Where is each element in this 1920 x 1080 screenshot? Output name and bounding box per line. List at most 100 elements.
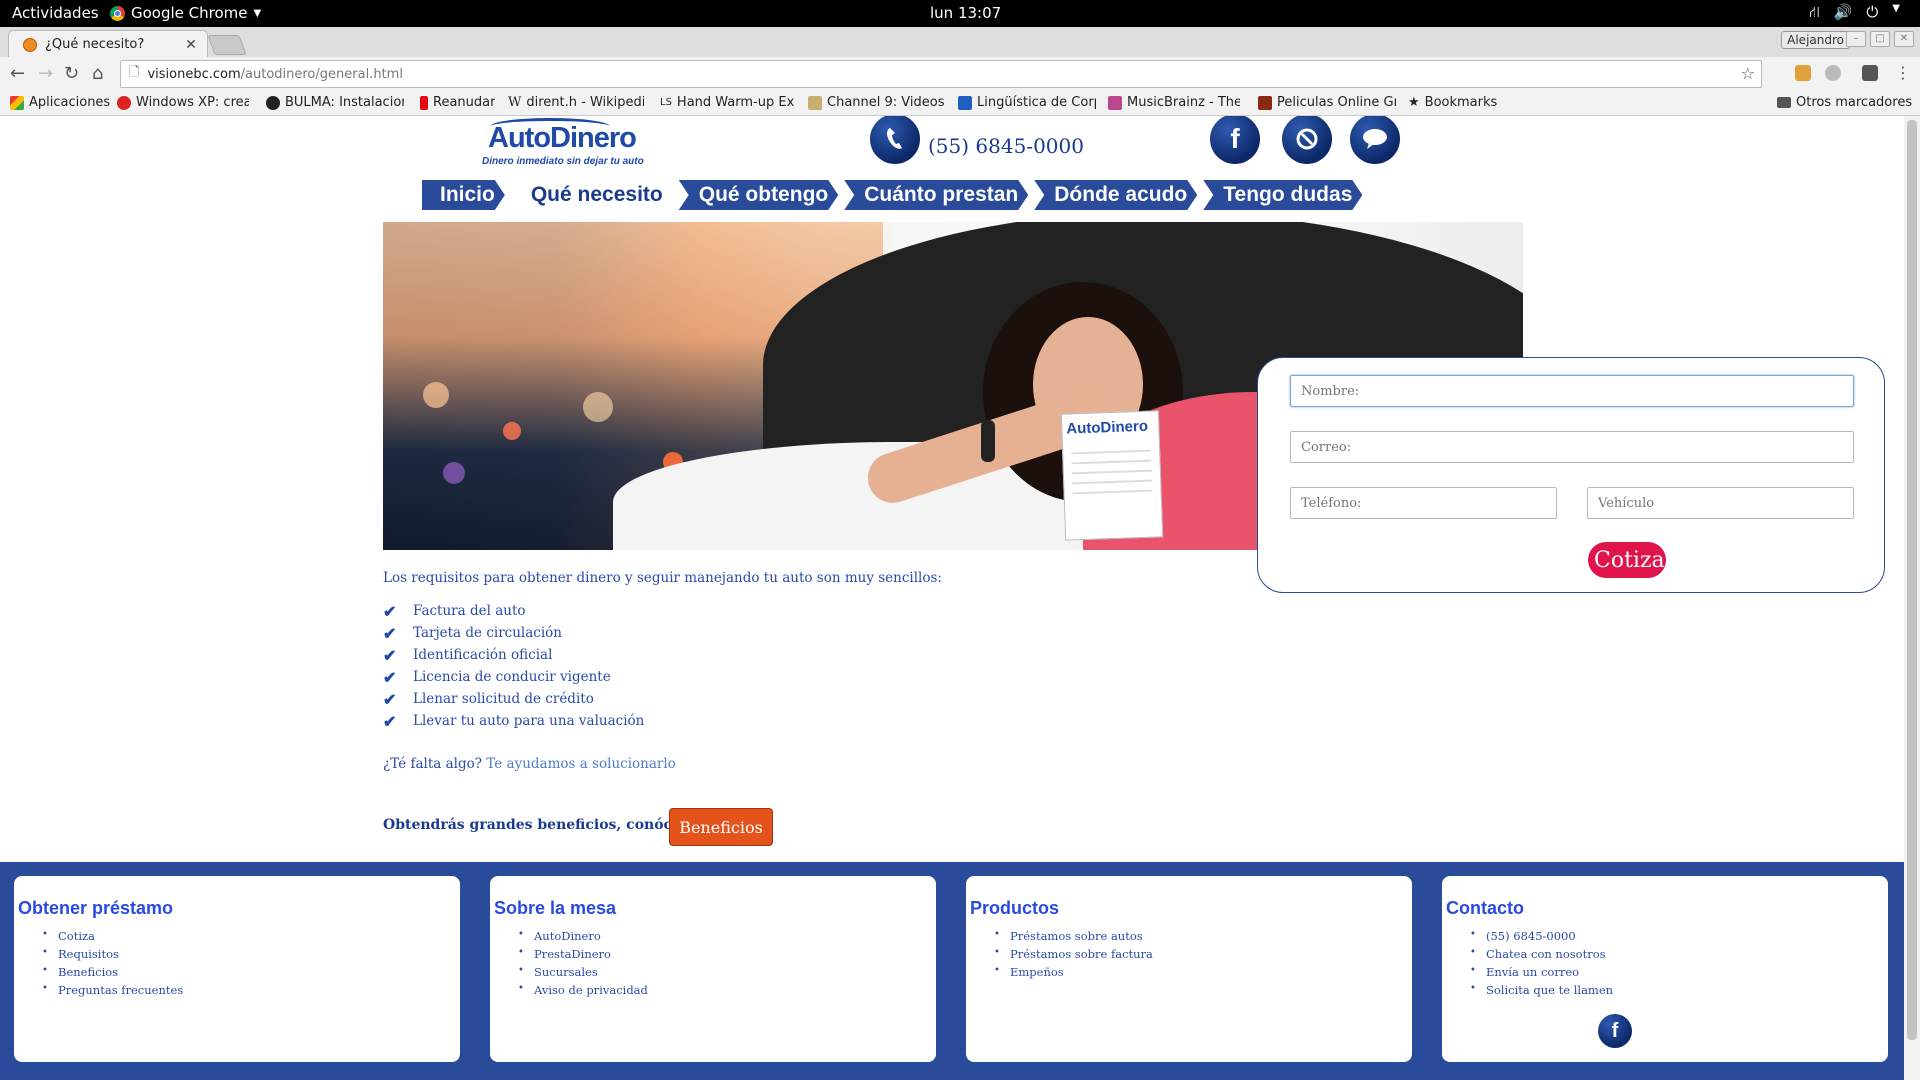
extension-icon[interactable] [1825, 65, 1841, 81]
footer-column-productos: Productos Préstamos sobre autos Préstamo… [966, 876, 1412, 1062]
telefono-field[interactable] [1290, 487, 1557, 519]
footer-link[interactable]: Aviso de privacidad [518, 983, 648, 1001]
bookmark-item[interactable]: Windows XP: crear [117, 95, 249, 110]
extension-icon[interactable] [1795, 65, 1811, 81]
forward-icon[interactable]: → [38, 63, 53, 84]
nav-inicio[interactable]: Inicio [422, 180, 505, 210]
phone-icon[interactable] [870, 116, 920, 164]
minimize-button[interactable]: – [1846, 31, 1866, 47]
page-info-icon[interactable]: 🗋 [129, 63, 139, 85]
footer-link[interactable]: Empeños [994, 965, 1153, 983]
scrollbar-thumb[interactable] [1907, 120, 1917, 1040]
back-icon[interactable]: ← [10, 63, 25, 84]
phone-number[interactable]: (55) 6845-0000 [928, 134, 1084, 158]
vehiculo-field[interactable] [1587, 487, 1854, 519]
quote-form: Cotiza [1257, 357, 1885, 593]
bookmark-label: MusicBrainz - The C [1127, 95, 1240, 110]
close-tab-icon[interactable]: ✕ [183, 37, 199, 53]
system-tray[interactable]: ⛙ 🔊 ⏻ ▼ [1809, 3, 1900, 23]
profile-button[interactable]: Alejandro [1781, 31, 1850, 49]
footer-link[interactable]: Préstamos sobre autos [994, 929, 1153, 947]
footer-link[interactable]: Sucursales [518, 965, 648, 983]
footer-heading: Contacto [1446, 898, 1524, 918]
bookmark-apps[interactable]: Aplicaciones [10, 95, 110, 110]
correo-field[interactable] [1290, 431, 1854, 463]
footer-link[interactable]: Cotiza [42, 929, 183, 947]
bookmark-label: Otros marcadores [1796, 95, 1913, 110]
footer-link[interactable]: Solicita que te llamen [1470, 983, 1613, 1001]
maximize-button[interactable]: □ [1870, 31, 1890, 47]
netflix-icon [420, 95, 428, 110]
reload-icon[interactable]: ↻ [64, 63, 79, 84]
chevron-down-icon: ▼ [253, 7, 262, 19]
activities-button[interactable]: Actividades [12, 4, 99, 22]
facebook-icon[interactable]: f [1210, 116, 1260, 164]
bookmark-label: Bookmarks [1424, 95, 1498, 110]
footer-heading: Sobre la mesa [494, 898, 617, 918]
chevron-down-icon[interactable]: ▼ [1892, 3, 1900, 23]
footer-link[interactable]: AutoDinero [518, 929, 648, 947]
checkmark-icon: ✔ [383, 601, 397, 621]
footer-link[interactable]: Préstamos sobre factura [994, 947, 1153, 965]
bookmark-item[interactable]: MusicBrainz - The C [1108, 95, 1240, 110]
nombre-field[interactable] [1290, 375, 1854, 407]
address-bar[interactable]: 🗋 visionebc.com/autodinero/general.html … [120, 60, 1762, 88]
bookmark-item[interactable]: LS Hand Warm-up Exe [660, 95, 794, 110]
requirements-list: ✔ Factura del auto ✔ Tarjeta de circulació… [383, 600, 644, 732]
app-menu[interactable]: Google Chrome ▼ [110, 4, 261, 22]
footer-links: Cotiza Requisitos Beneficios Preguntas f… [42, 929, 183, 1001]
bookmark-star-icon[interactable]: ☆ [1741, 64, 1755, 83]
checkmark-icon: ✔ [383, 689, 397, 709]
chat-icon[interactable] [1350, 116, 1400, 164]
page-scrollbar[interactable] [1904, 116, 1920, 1080]
help-link[interactable]: Te ayudamos a solucionarlo [486, 756, 676, 772]
bookmark-item[interactable]: Peliculas Online Gra [1258, 95, 1396, 110]
volume-icon[interactable]: 🔊 [1834, 3, 1853, 23]
bookmark-item[interactable]: BULMA: Instalacion [266, 95, 404, 110]
bookmark-label: Aplicaciones [29, 95, 111, 110]
nav-donde-acudo[interactable]: Dónde acudo [1034, 180, 1197, 210]
network-icon[interactable]: ⛙ [1809, 3, 1820, 23]
apps-grid-icon [10, 95, 24, 110]
bookmark-item[interactable]: Lingüística de Corp [958, 95, 1096, 110]
nav-que-necesito[interactable]: Qué necesito [511, 180, 673, 210]
footer-link[interactable]: Preguntas frecuentes [42, 983, 183, 1001]
footer-link[interactable]: PrestaDinero [518, 947, 648, 965]
app-menu-label: Google Chrome [131, 4, 248, 22]
power-icon[interactable]: ⏻ [1866, 3, 1878, 23]
footer-link[interactable]: (55) 6845-0000 [1470, 929, 1613, 947]
footer-link[interactable]: Requisitos [42, 947, 183, 965]
footer-link[interactable]: Envía un correo [1470, 965, 1613, 983]
footer-link[interactable]: Beneficios [42, 965, 183, 983]
requirement-label: Tarjeta de circulación [413, 625, 562, 641]
home-icon[interactable]: ⌂ [92, 63, 103, 84]
nav-cuanto-prestan[interactable]: Cuánto prestan [844, 180, 1028, 210]
bookmark-item[interactable]: ★ Bookmarks [1408, 95, 1497, 110]
bokeh-light [583, 392, 613, 422]
browser-tab[interactable]: ¿Qué necesito? ✕ [8, 30, 208, 58]
close-window-button[interactable]: ✕ [1894, 31, 1914, 47]
bookmark-label: Lingüística de Corp [977, 95, 1096, 110]
bookmark-item[interactable]: Channel 9: Videos [808, 95, 944, 110]
clock[interactable]: lun 13:07 [930, 4, 1001, 22]
beneficios-button[interactable]: Beneficios [669, 808, 773, 846]
bookmark-favicon-icon: LS [660, 97, 672, 108]
footer-heading: Productos [970, 898, 1060, 918]
other-bookmarks[interactable]: Otros marcadores [1777, 95, 1912, 110]
card-logo: AutoDinero [1066, 417, 1149, 438]
new-tab-button[interactable] [207, 35, 247, 55]
nav-que-obtengo[interactable]: Qué obtengo [679, 180, 839, 210]
footer-link[interactable]: Chatea con nosotros [1470, 947, 1613, 965]
site-logo[interactable]: AutoDinero Dinero inmediato sin dejar tu… [480, 118, 644, 170]
bookmark-item[interactable]: Reanudar [420, 95, 495, 110]
missing-something: ¿Té falta algo? Te ayudamos a solucionar… [383, 756, 676, 772]
facebook-icon[interactable]: f [1598, 1014, 1632, 1048]
menu-icon[interactable]: ⋮ [1895, 63, 1911, 82]
bookmark-label: Channel 9: Videos [827, 95, 944, 110]
location-icon[interactable] [1282, 116, 1332, 164]
extension-icon[interactable] [1862, 65, 1878, 81]
cotiza-button[interactable]: Cotiza [1588, 542, 1666, 578]
nav-tengo-dudas[interactable]: Tengo dudas [1203, 180, 1362, 210]
car-key [981, 420, 995, 462]
bookmark-item[interactable]: Wdirent.h - Wikipedia [508, 95, 644, 110]
